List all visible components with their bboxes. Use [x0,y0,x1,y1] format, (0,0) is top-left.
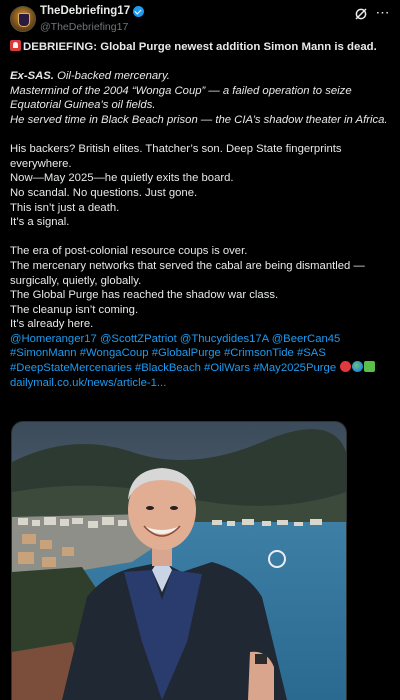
globe-icon [352,361,364,373]
display-name[interactable]: TheDebriefing17 [40,4,130,19]
para3-line: The mercenary networks that served the c… [10,259,365,272]
bio-line-1: Ex-SAS. Oil-backed mercenary. [10,70,170,83]
post-image[interactable] [11,421,347,700]
mentions-line[interactable]: @Homeranger17 @ScottZPatriot @Thucydides… [10,332,392,347]
hashtags-line-2: #DeepStateMercenaries #BlackBeach #OilWa… [10,361,392,376]
para2-line: This isn’t just a death. [10,201,120,214]
headline: DEBRIEFING: Global Purge newest addition… [23,41,377,53]
more-options-icon[interactable]: ⋯ [374,5,390,21]
loading-spinner-icon [268,550,286,568]
hashtags-line-1[interactable]: #SimonMann #WongaCoup #GlobalPurge #Crim… [10,346,392,361]
bio-line-4: He served time in Black Beach prison — t… [10,113,388,126]
para2-line: No scandal. No questions. Just gone. [10,186,198,199]
para3-line: It’s already here. [10,318,94,331]
article-link[interactable]: dailymail.co.uk/news/article-1... [10,376,392,391]
headline-line: DEBRIEFING: Global Purge newest addition… [10,40,392,55]
bio-line-2: Mastermind of the 2004 “Wonga Coup” — a … [10,84,352,97]
avatar[interactable] [10,6,36,32]
grok-icon[interactable] [354,7,368,21]
red-circle-icon [340,361,352,373]
photo-illustration [12,422,346,700]
para3-line: The Global Purge has reached the shadow … [10,289,279,302]
para3-line: surgically, quietly, globally. [10,274,142,287]
bio-line-3: Equatorial Guinea’s oil fields. [10,99,156,112]
post-text: DEBRIEFING: Global Purge newest addition… [10,40,392,390]
bold-prefix: Ex-SAS. [10,70,54,83]
para2-line: everywhere. [10,157,72,170]
verified-badge-icon [133,5,145,17]
user-handle[interactable]: @TheDebriefing17 [40,20,144,35]
para2-line: It’s a signal. [10,216,70,229]
para2-line: His backers? British elites. Thatcher’s … [10,143,342,156]
para3-line: The cleanup isn’t coming. [10,303,139,316]
post-header: TheDebriefing17 @TheDebriefing17 ⋯ [10,4,390,34]
para3-line: The era of post-colonial resource coups … [10,245,248,258]
hashtags-line-2-links[interactable]: #DeepStateMercenaries #BlackBeach #OilWa… [10,362,336,374]
police-siren-icon [10,40,21,51]
puzzle-piece-icon [364,361,376,373]
author-block[interactable]: TheDebriefing17 @TheDebriefing17 [40,4,145,35]
para2-line: Now—May 2025—he quietly exits the board. [10,172,234,185]
